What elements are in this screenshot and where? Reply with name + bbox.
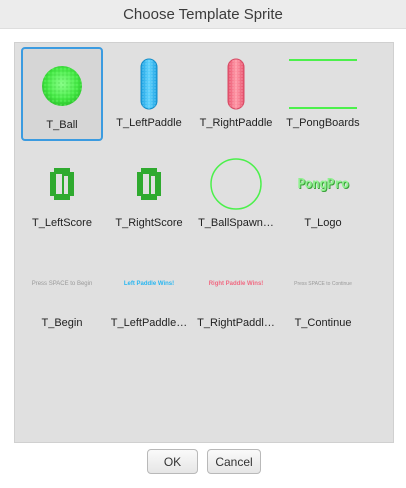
begin-text: Press SPACE to Begin [31, 281, 93, 287]
logo-icon: PongPro [282, 157, 364, 211]
right-win-text-icon: Right Paddle Wins! [195, 257, 277, 311]
left-win-text-icon: Left Paddle Wins! [108, 257, 190, 311]
spawn-circle-icon [195, 157, 277, 211]
cancel-button[interactable]: Cancel [207, 449, 261, 474]
sprite-tile-t-ballspawn[interactable]: T_BallSpawn… [195, 147, 277, 241]
sprite-tile-t-leftpaddle[interactable]: T_LeftPaddle [108, 47, 190, 141]
sprite-label: T_Logo [304, 217, 342, 229]
dialog-title-bar: Choose Template Sprite [0, 0, 406, 29]
sprite-tile-t-pongboards[interactable]: T_PongBoards [282, 47, 364, 141]
boards-icon [282, 57, 364, 111]
sprite-tile-t-rightscore[interactable]: T_RightScore [108, 147, 190, 241]
begin-text-icon: Press SPACE to Begin [21, 257, 103, 311]
dialog-title: Choose Template Sprite [123, 5, 283, 23]
sprite-label: T_RightScore [115, 217, 183, 229]
right-win-text: Right Paddle Wins! [208, 281, 264, 287]
sprite-tile-t-ball[interactable]: T_Ball [21, 47, 103, 141]
sprite-label: T_RightPaddle [199, 117, 273, 129]
left-win-text: Left Paddle Wins! [123, 281, 175, 287]
ball-icon [23, 59, 101, 113]
sprite-label: T_Ball [46, 119, 78, 131]
sprite-tile-t-begin[interactable]: Press SPACE to Begin T_Begin [21, 247, 103, 341]
sprite-grid[interactable]: T_Ball T_LeftPaddle T_RightPaddle T_Pong… [14, 42, 394, 443]
score-digit-icon [21, 157, 103, 211]
sprite-label: T_LeftPaddle [116, 117, 182, 129]
sprite-tile-t-continue[interactable]: Press SPACE to Continue T_Continue [282, 247, 364, 341]
continue-text: Press SPACE to Continue [294, 281, 352, 287]
sprite-label: T_Continue [294, 317, 352, 329]
logo-text: PongPro [297, 176, 349, 192]
sprite-label: T_LeftPaddle… [110, 317, 188, 329]
sprite-label: T_RightPaddl… [197, 317, 275, 329]
sprite-tile-t-rightpaddle-wins[interactable]: Right Paddle Wins! T_RightPaddl… [195, 247, 277, 341]
ok-button[interactable]: OK [147, 449, 198, 474]
score-digit-icon [108, 157, 190, 211]
sprite-tile-t-leftpaddle-wins[interactable]: Left Paddle Wins! T_LeftPaddle… [108, 247, 190, 341]
sprite-label: T_Begin [41, 317, 83, 329]
sprite-label: T_BallSpawn… [198, 217, 274, 229]
blue-paddle-icon [108, 57, 190, 111]
continue-text-icon: Press SPACE to Continue [282, 257, 364, 311]
sprite-tile-t-rightpaddle[interactable]: T_RightPaddle [195, 47, 277, 141]
sprite-tile-t-leftscore[interactable]: T_LeftScore [21, 147, 103, 241]
sprite-label: T_PongBoards [286, 117, 360, 129]
sprite-tile-t-logo[interactable]: PongPro T_Logo [282, 147, 364, 241]
sprite-label: T_LeftScore [32, 217, 92, 229]
red-paddle-icon [195, 57, 277, 111]
